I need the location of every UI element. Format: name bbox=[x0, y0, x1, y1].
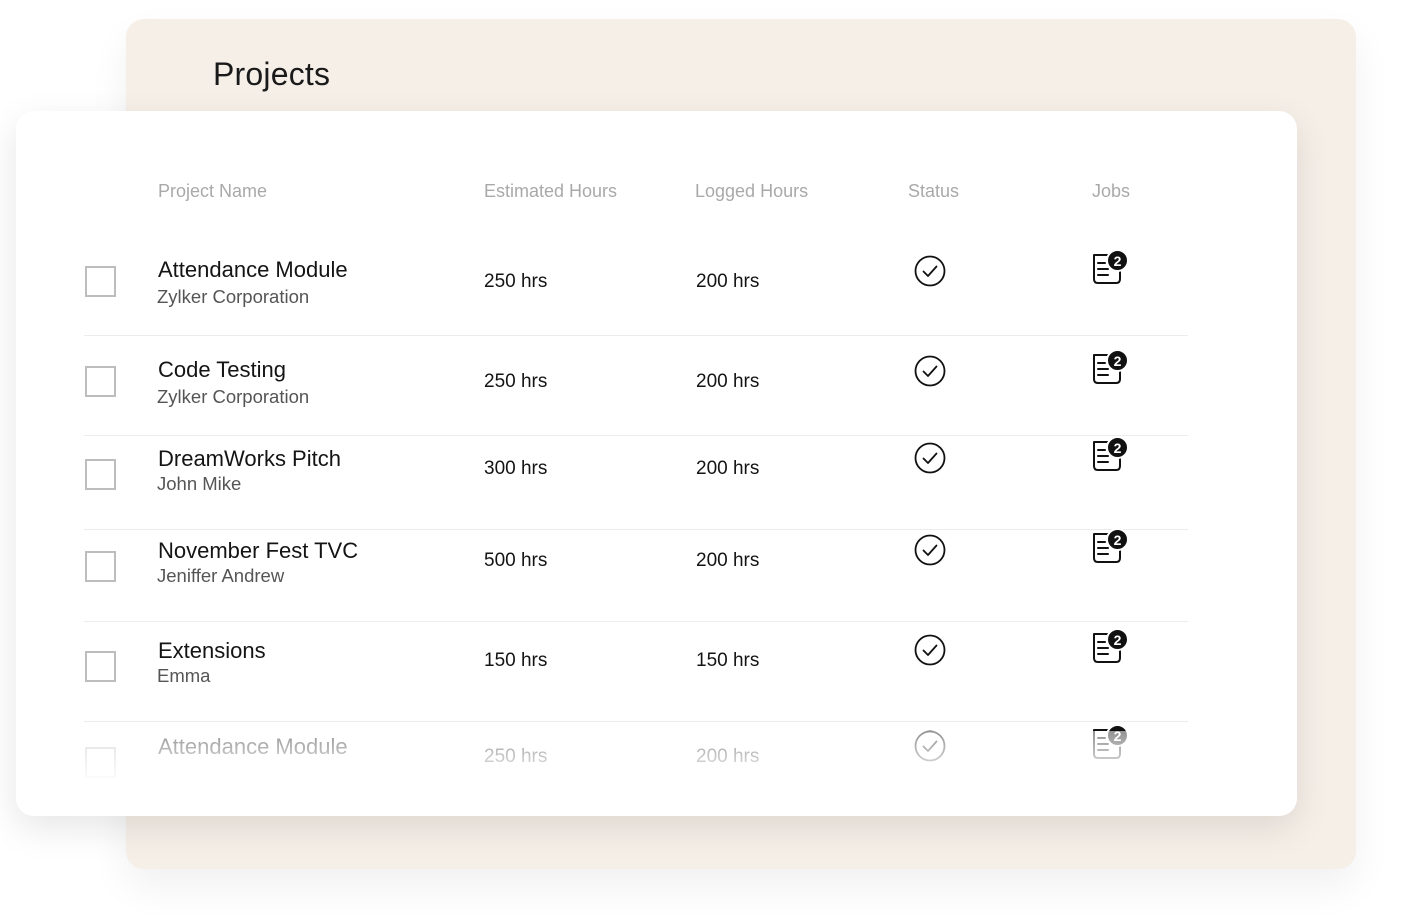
client-name: Zylker Corporation bbox=[157, 286, 310, 307]
table-row[interactable]: November Fest TVC Jeniffer Andrew 500 hrs 2… bbox=[84, 521, 1188, 622]
jobs-document-icon[interactable]: 2 bbox=[1090, 528, 1132, 566]
jobs-document-icon[interactable]: 2 bbox=[1090, 349, 1132, 387]
table-row[interactable]: Code Testing Zylker Corporation 250 hrs 200… bbox=[84, 335, 1188, 436]
jobs-count-badge: 2 bbox=[1106, 436, 1129, 459]
jobs-count-badge: 2 bbox=[1106, 249, 1129, 272]
logged-hours: 200 hrs bbox=[696, 550, 760, 571]
row-checkbox[interactable] bbox=[85, 366, 116, 397]
estimated-hours: 250 hrs bbox=[484, 271, 548, 292]
estimated-hours: 250 hrs bbox=[484, 371, 548, 392]
check-circle-icon bbox=[914, 730, 946, 762]
header-logged-hours[interactable]: Logged Hours bbox=[695, 181, 808, 202]
header-estimated-hours[interactable]: Estimated Hours bbox=[484, 181, 617, 202]
jobs-count-badge: 2 bbox=[1106, 349, 1129, 372]
estimated-hours: 250 hrs bbox=[484, 746, 548, 767]
project-name[interactable]: Extensions bbox=[158, 638, 266, 664]
project-name[interactable]: Attendance Module bbox=[158, 257, 348, 283]
estimated-hours: 150 hrs bbox=[484, 650, 548, 671]
project-name[interactable]: Code Testing bbox=[158, 357, 286, 383]
table-row[interactable]: Extensions Emma 150 hrs 150 hrs 2 bbox=[84, 621, 1188, 722]
check-circle-icon bbox=[914, 634, 946, 666]
client-name: Emma bbox=[157, 665, 211, 686]
check-circle-icon bbox=[914, 534, 946, 566]
check-circle-icon bbox=[914, 442, 946, 474]
row-checkbox[interactable] bbox=[85, 651, 116, 682]
table-row[interactable]: Attendance Module Zylker Corporation 250 h… bbox=[84, 235, 1188, 336]
header-status[interactable]: Status bbox=[908, 181, 959, 202]
logged-hours: 200 hrs bbox=[696, 746, 760, 767]
jobs-document-icon[interactable]: 2 bbox=[1090, 249, 1132, 287]
jobs-document-icon[interactable]: 2 bbox=[1090, 724, 1132, 762]
client-name: John Mike bbox=[157, 473, 242, 494]
check-circle-icon bbox=[914, 255, 946, 287]
projects-table-card: Project Name Estimated Hours Logged Hour… bbox=[16, 111, 1297, 816]
logged-hours: 200 hrs bbox=[696, 371, 760, 392]
logged-hours: 200 hrs bbox=[696, 271, 760, 292]
header-project-name[interactable]: Project Name bbox=[158, 181, 267, 202]
project-name[interactable]: November Fest TVC bbox=[158, 538, 358, 564]
row-checkbox[interactable] bbox=[85, 459, 116, 490]
jobs-count-badge: 2 bbox=[1106, 628, 1129, 651]
header-jobs[interactable]: Jobs bbox=[1092, 181, 1130, 202]
jobs-count-badge: 2 bbox=[1106, 724, 1129, 747]
logged-hours: 150 hrs bbox=[696, 650, 760, 671]
logged-hours: 200 hrs bbox=[696, 458, 760, 479]
row-checkbox[interactable] bbox=[85, 747, 116, 778]
table-row[interactable]: Attendance Module 250 hrs 200 hrs 2 bbox=[84, 717, 1188, 816]
row-checkbox[interactable] bbox=[85, 551, 116, 582]
jobs-count-badge: 2 bbox=[1106, 528, 1129, 551]
project-name[interactable]: Attendance Module bbox=[158, 734, 348, 760]
table-row[interactable]: DreamWorks Pitch John Mike 300 hrs 200 hrs 2 bbox=[84, 429, 1188, 530]
estimated-hours: 500 hrs bbox=[484, 550, 548, 571]
estimated-hours: 300 hrs bbox=[484, 458, 548, 479]
jobs-document-icon[interactable]: 2 bbox=[1090, 628, 1132, 666]
check-circle-icon bbox=[914, 355, 946, 387]
page-title: Projects bbox=[213, 56, 331, 92]
jobs-document-icon[interactable]: 2 bbox=[1090, 436, 1132, 474]
client-name: Zylker Corporation bbox=[157, 386, 310, 407]
project-name[interactable]: DreamWorks Pitch bbox=[158, 446, 341, 472]
client-name: Jeniffer Andrew bbox=[157, 565, 285, 586]
row-checkbox[interactable] bbox=[85, 266, 116, 297]
